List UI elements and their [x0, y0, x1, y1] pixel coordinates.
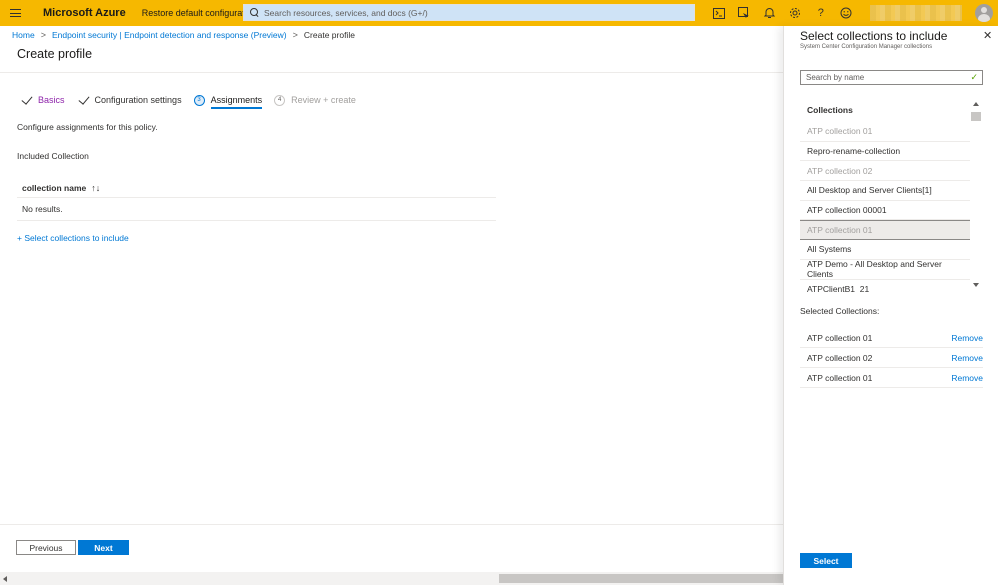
breadcrumb-endpoint-security[interactable]: Endpoint security | Endpoint detection a… — [52, 30, 287, 40]
cloud-shell-icon[interactable] — [706, 0, 732, 26]
step-label: Configuration settings — [94, 95, 182, 105]
list-item[interactable]: ATP collection 02 — [800, 161, 970, 182]
help-icon[interactable]: ? — [808, 0, 834, 26]
brand-title[interactable]: Microsoft Azure — [43, 7, 126, 19]
included-collection-label: Included Collection — [17, 151, 89, 161]
step-number: 3 — [193, 94, 205, 106]
breadcrumb-home[interactable]: Home — [12, 30, 35, 40]
scrollbar-thumb[interactable] — [499, 574, 783, 583]
list-item: ATP collection 01 Remove — [800, 368, 983, 388]
restore-default-link[interactable]: Restore default configuration — [142, 8, 257, 18]
select-button[interactable]: Select — [800, 553, 852, 568]
remove-link[interactable]: Remove — [951, 333, 983, 343]
scroll-up-icon[interactable] — [973, 102, 979, 106]
collections-list: Collections ATP collection 01 Repro-rena… — [800, 98, 982, 292]
collection-search-input[interactable]: Search by name ✓ — [800, 70, 983, 85]
checkmark-icon: ✓ — [970, 72, 978, 82]
divider — [0, 72, 783, 73]
scroll-down-icon[interactable] — [973, 283, 979, 287]
menu-icon[interactable] — [0, 0, 30, 26]
select-collections-panel: Select collections to include System Cen… — [783, 26, 998, 585]
step-number: 4 — [274, 94, 286, 106]
previous-button[interactable]: Previous — [16, 540, 76, 555]
select-collections-link[interactable]: + Select collections to include — [17, 233, 129, 243]
divider — [0, 524, 783, 525]
list-item[interactable]: All Systems — [800, 240, 970, 260]
checkmark-icon — [20, 95, 32, 105]
selected-collection-name: ATP collection 01 — [807, 372, 873, 383]
selected-collections-label: Selected Collections: — [800, 306, 880, 316]
selected-collection-name: ATP collection 01 — [807, 332, 873, 343]
step-label: Basics — [38, 95, 65, 105]
notifications-icon[interactable] — [757, 0, 783, 26]
list-item[interactable]: ATP collection 01 — [800, 220, 970, 241]
step-configuration-settings[interactable]: Configuration settings — [77, 93, 182, 107]
remove-link[interactable]: Remove — [951, 373, 983, 383]
list-item: ATP collection 02 Remove — [800, 348, 983, 368]
list-item[interactable]: ATP Demo - All Desktop and Server Client… — [800, 259, 970, 280]
scroll-left-icon[interactable] — [3, 576, 7, 582]
list-item: ATP collection 01 Remove — [800, 328, 983, 348]
list-item[interactable]: ATPClientB1_21 — [800, 280, 970, 292]
wizard-steps: Basics Configuration settings 3 Assignme… — [20, 93, 368, 109]
chevron-right-icon: > — [292, 30, 298, 40]
feedback-icon[interactable] — [834, 0, 860, 26]
list-item[interactable]: ATP collection 00001 — [800, 201, 970, 221]
breadcrumb-current: Create profile — [303, 30, 355, 40]
search-placeholder: Search resources, services, and docs (G+… — [264, 7, 428, 18]
checkmark-icon — [77, 95, 89, 105]
scrollbar-thumb[interactable] — [971, 112, 981, 121]
step-basics[interactable]: Basics — [20, 93, 65, 107]
list-item[interactable]: ATP collection 01 — [800, 122, 970, 142]
panel-subtitle: System Center Configuration Manager coll… — [800, 44, 933, 50]
settings-icon[interactable] — [783, 0, 809, 26]
remove-link[interactable]: Remove — [951, 353, 983, 363]
step-label: Assignments — [210, 95, 263, 109]
sort-icon[interactable]: ↑↓ — [91, 183, 100, 193]
next-button[interactable]: Next — [78, 540, 129, 555]
step-label: Review + create — [291, 95, 356, 105]
search-icon — [250, 8, 259, 17]
page-title: Create profile — [17, 47, 93, 61]
close-icon[interactable]: ✕ — [983, 29, 992, 42]
directory-filter-icon[interactable] — [732, 0, 758, 26]
included-collections-table: collection name ↑↓ No results. — [17, 178, 496, 221]
step-assignments[interactable]: 3 Assignments — [193, 93, 263, 109]
table-empty-row: No results. — [17, 198, 496, 221]
account-info-redacted[interactable] — [870, 5, 962, 21]
collections-header: Collections — [807, 105, 853, 115]
assignments-description: Configure assignments for this policy. — [17, 122, 158, 132]
step-review-create[interactable]: 4 Review + create — [274, 93, 356, 107]
vertical-scrollbar[interactable] — [970, 98, 982, 292]
selected-collection-name: ATP collection 02 — [807, 352, 873, 363]
column-header-collection-name[interactable]: collection name ↑↓ — [17, 178, 496, 198]
column-label: collection name — [22, 182, 87, 193]
selected-collections-list: ATP collection 01 Remove ATP collection … — [800, 328, 983, 388]
horizontal-scrollbar[interactable] — [0, 572, 783, 585]
list-item[interactable]: Repro-rename-collection — [800, 142, 970, 162]
top-icon-group: ? — [706, 0, 859, 26]
avatar[interactable] — [975, 4, 993, 22]
search-placeholder: Search by name — [806, 73, 865, 82]
chevron-right-icon: > — [40, 30, 46, 40]
top-bar: Microsoft Azure Restore default configur… — [0, 0, 998, 26]
global-search-input[interactable]: Search resources, services, and docs (G+… — [243, 4, 695, 21]
panel-title: Select collections to include — [800, 29, 948, 43]
list-item[interactable]: All Desktop and Server Clients[1] — [800, 181, 970, 201]
breadcrumb: Home > Endpoint security | Endpoint dete… — [12, 30, 355, 40]
